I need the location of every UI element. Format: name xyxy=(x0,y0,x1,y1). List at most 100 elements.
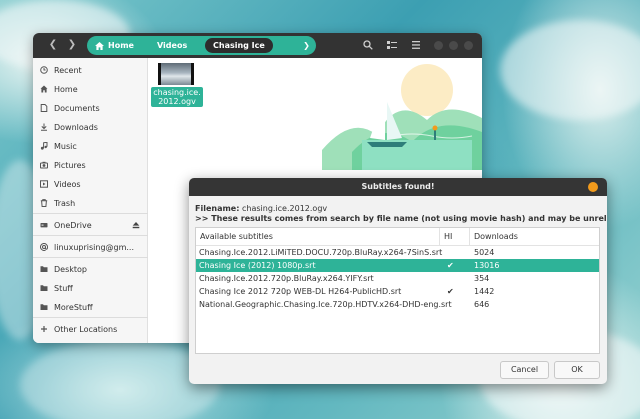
subtitle-name: Chasing Ice 2012 720p WEB-DL H264-Public… xyxy=(199,287,402,296)
sidebar-item-label: Documents xyxy=(54,103,100,113)
sidebar-item-onedrive[interactable]: OneDrive xyxy=(33,216,148,234)
breadcrumb-label: Home xyxy=(108,41,134,50)
filename-value: chasing.ice.2012.ogv xyxy=(241,204,328,213)
video-thumbnail[interactable] xyxy=(158,63,194,85)
sidebar-item-home[interactable]: Home xyxy=(33,80,148,98)
sidebar-item-trash[interactable]: Trash xyxy=(33,194,148,212)
subtitles-table: Available subtitles HI Downloads Chasing… xyxy=(195,227,600,354)
download-count: 5024 xyxy=(474,248,495,257)
subtitle-name: Chasing.Ice.2012.LiMiTED.DOCU.720p.BluRa… xyxy=(199,248,443,257)
background-illustration xyxy=(322,64,482,170)
sidebar-item-label: MoreStuff xyxy=(54,302,93,312)
download-count: 646 xyxy=(474,300,490,309)
sidebar-item-desktop[interactable]: Desktop xyxy=(33,260,148,278)
sidebar-item-recent[interactable]: Recent xyxy=(33,61,148,79)
table-row[interactable]: Chasing.Ice.2012.720p.BluRay.x264.YIFY.s… xyxy=(196,272,599,285)
column-header-hi[interactable]: HI xyxy=(440,228,470,245)
column-header-downloads[interactable]: Downloads xyxy=(470,228,599,245)
search-icon[interactable] xyxy=(363,40,373,50)
sidebar-item-label: Videos xyxy=(54,179,81,189)
list-view-icon[interactable] xyxy=(387,40,397,50)
hi-check: ✔ xyxy=(447,287,454,296)
breadcrumb-home[interactable]: Home xyxy=(95,41,157,50)
music-icon xyxy=(40,142,48,150)
trash-icon xyxy=(40,199,48,207)
subtitle-name: National.Geographic.Chasing.Ice.720p.HDT… xyxy=(199,300,452,309)
sidebar-item-label: Home xyxy=(54,84,78,94)
cancel-button[interactable]: Cancel xyxy=(500,361,549,379)
download-count: 1442 xyxy=(474,287,495,296)
sidebar-item-label: Pictures xyxy=(54,160,86,170)
sidebar-item-online-account[interactable]: linuxuprising@gm... xyxy=(33,238,148,256)
maximize-button[interactable] xyxy=(449,41,458,50)
home-icon xyxy=(95,41,104,50)
sidebar-item-label: Stuff xyxy=(54,283,73,293)
breadcrumb-current[interactable]: Chasing Ice xyxy=(205,38,273,53)
sidebar-item-label: Music xyxy=(54,141,77,151)
breadcrumb-videos[interactable]: Videos xyxy=(157,41,205,50)
sidebar-item-other-locations[interactable]: Other Locations xyxy=(33,320,148,338)
home-icon xyxy=(40,85,48,93)
download-count: 354 xyxy=(474,274,490,283)
back-arrow-icon[interactable]: ❮ xyxy=(47,39,59,51)
table-row[interactable]: Chasing Ice (2012) 1080p.srt ✔ 13016 xyxy=(196,259,599,272)
download-count: 13016 xyxy=(474,261,500,270)
dialog-title: Subtitles found! xyxy=(189,178,607,196)
breadcrumb-expand-arrow-icon[interactable]: ❯ xyxy=(300,39,313,52)
subtitle-name: Chasing Ice (2012) 1080p.srt xyxy=(199,261,316,270)
breadcrumb-label: Videos xyxy=(157,41,188,50)
hamburger-menu-icon[interactable] xyxy=(411,40,421,50)
video-icon xyxy=(40,180,48,188)
sidebar: Recent Home Documents Downloads Music Pi… xyxy=(33,58,148,343)
folder-icon xyxy=(40,266,48,272)
file-name-line: 2012.ogv xyxy=(158,97,196,106)
download-icon xyxy=(41,123,47,131)
minimize-button[interactable] xyxy=(434,41,443,50)
ok-button[interactable]: OK xyxy=(554,361,600,379)
sidebar-item-label: Other Locations xyxy=(54,324,118,334)
sidebar-item-downloads[interactable]: Downloads xyxy=(33,118,148,136)
sidebar-item-stuff[interactable]: Stuff xyxy=(33,279,148,297)
sidebar-item-label: Recent xyxy=(54,65,82,75)
document-icon xyxy=(40,104,48,112)
sidebar-item-label: Downloads xyxy=(54,122,98,132)
filename-label: Filename: xyxy=(195,204,240,213)
sidebar-item-pictures[interactable]: Pictures xyxy=(33,156,148,174)
sidebar-divider xyxy=(33,317,148,318)
sidebar-divider xyxy=(33,235,148,236)
at-icon xyxy=(40,243,48,251)
folder-icon xyxy=(40,304,48,310)
table-row[interactable]: Chasing.Ice.2012.LiMiTED.DOCU.720p.BluRa… xyxy=(196,246,599,259)
sidebar-item-label: Desktop xyxy=(54,264,87,274)
hi-check: ✔ xyxy=(447,261,454,270)
drive-icon xyxy=(40,223,48,228)
headerbar: ❮ ❯ Home Videos Chasing Ice ❯ xyxy=(33,33,482,58)
subtitle-name: Chasing.Ice.2012.720p.BluRay.x264.YIFY.s… xyxy=(199,274,374,283)
sidebar-item-videos[interactable]: Videos xyxy=(33,175,148,193)
camera-icon xyxy=(40,161,48,169)
table-row[interactable]: National.Geographic.Chasing.Ice.720p.HDT… xyxy=(196,298,599,311)
sidebar-item-label: linuxuprising@gm... xyxy=(54,242,135,252)
sidebar-item-music[interactable]: Music xyxy=(33,137,148,155)
subtitles-dialog: Subtitles found! Filename: chasing.ice.2… xyxy=(189,178,607,384)
clock-icon xyxy=(40,66,48,74)
sidebar-divider xyxy=(33,257,148,258)
eject-icon[interactable] xyxy=(132,221,140,229)
file-item-label[interactable]: chasing.ice. 2012.ogv xyxy=(151,87,203,107)
dialog-close-button[interactable] xyxy=(588,182,598,192)
file-name-line: chasing.ice. xyxy=(153,88,201,97)
sidebar-divider xyxy=(33,213,148,214)
folder-icon xyxy=(40,285,48,291)
sidebar-item-label: Trash xyxy=(54,198,76,208)
close-button[interactable] xyxy=(464,41,473,50)
breadcrumb-label: Chasing Ice xyxy=(213,41,265,50)
pathbar: Home Videos Chasing Ice ❯ xyxy=(87,36,316,55)
sidebar-item-morestuff[interactable]: MoreStuff xyxy=(33,298,148,316)
search-note: >> These results comes from search by fi… xyxy=(195,214,607,223)
column-header-subtitles[interactable]: Available subtitles xyxy=(196,228,440,245)
forward-arrow-icon[interactable]: ❯ xyxy=(66,39,78,51)
sidebar-item-documents[interactable]: Documents xyxy=(33,99,148,117)
sidebar-item-label: OneDrive xyxy=(54,220,92,230)
table-row[interactable]: Chasing Ice 2012 720p WEB-DL H264-Public… xyxy=(196,285,599,298)
plus-icon xyxy=(41,326,47,332)
